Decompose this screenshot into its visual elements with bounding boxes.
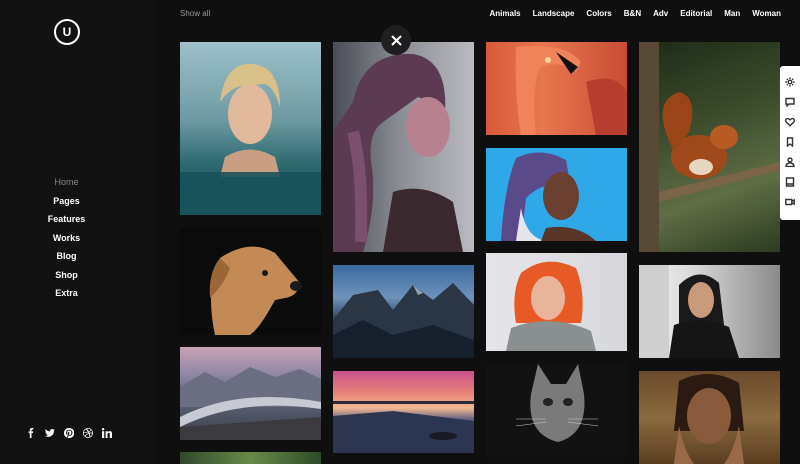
filter-woman[interactable]: Woman — [752, 9, 781, 18]
book-icon[interactable] — [784, 175, 796, 188]
photo-woman-hands-face[interactable] — [639, 371, 780, 464]
filter-landscape[interactable]: Landscape — [533, 9, 575, 18]
photo-woman-black-sweater-art — [639, 265, 739, 358]
photo-dog[interactable] — [180, 228, 321, 335]
photo-woman-swimming[interactable] — [180, 42, 321, 215]
user-icon[interactable] — [784, 155, 796, 168]
nav-item-works[interactable]: Works — [0, 229, 133, 248]
main-nav: Home Pages Features Works Blog Shop Extr… — [0, 173, 133, 303]
filter-bn[interactable]: B&N — [624, 9, 641, 18]
nav-item-shop[interactable]: Shop — [0, 266, 133, 285]
nav-item-home[interactable]: Home — [0, 173, 133, 192]
photo-woman-headscarf[interactable] — [486, 148, 627, 241]
photo-flamingo-art — [515, 46, 627, 135]
close-button[interactable] — [381, 25, 411, 55]
photo-flamingo[interactable] — [486, 42, 627, 135]
comment-icon[interactable] — [784, 95, 796, 108]
video-icon[interactable] — [784, 195, 796, 208]
nav-item-pages[interactable]: Pages — [0, 192, 133, 211]
photo-woman-headscarf-art — [501, 152, 596, 241]
photo-glacier-art — [180, 367, 321, 440]
photo-squirrel-art — [639, 42, 780, 252]
facebook-icon[interactable] — [26, 428, 36, 438]
filter-colors[interactable]: Colors — [586, 9, 611, 18]
photo-woman-braid-art — [333, 53, 463, 252]
photo-woman-braid[interactable] — [333, 42, 474, 252]
logo[interactable]: U — [54, 19, 80, 45]
filter-animals[interactable]: Animals — [490, 9, 521, 18]
photo-woman-red-hair[interactable] — [486, 253, 627, 351]
filter-show-all[interactable]: Show all — [180, 9, 210, 18]
linkedin-icon[interactable] — [102, 428, 112, 438]
photo-sunset-beach[interactable] — [333, 371, 474, 453]
photo-sunset-beach-art — [333, 401, 474, 453]
logo-letter: U — [62, 25, 72, 39]
filter-man[interactable]: Man — [724, 9, 740, 18]
bookmark-icon[interactable] — [784, 135, 796, 148]
photo-dog-art — [209, 246, 302, 335]
filter-editorial[interactable]: Editorial — [680, 9, 712, 18]
photo-leaves[interactable] — [180, 452, 321, 464]
photo-mountains-night-art — [333, 283, 474, 358]
photo-mountains-night[interactable] — [333, 265, 474, 358]
photo-cat-bw[interactable] — [486, 364, 627, 457]
filter-list: Animals Landscape Colors B&N Adv Editori… — [490, 9, 782, 18]
sidebar: U Home Pages Features Works Blog Shop Ex… — [0, 0, 156, 464]
photo-woman-swimming-art — [180, 63, 321, 215]
twitter-icon[interactable] — [45, 428, 55, 438]
photo-woman-black-sweater[interactable] — [639, 265, 780, 358]
nav-item-blog[interactable]: Blog — [0, 247, 133, 266]
nav-item-features[interactable]: Features — [0, 210, 133, 229]
filter-adv[interactable]: Adv — [653, 9, 668, 18]
photo-cat-bw-art — [515, 364, 599, 442]
close-icon — [390, 34, 402, 46]
social-links — [26, 428, 112, 438]
photo-woman-red-hair-art — [506, 261, 596, 351]
pinterest-icon[interactable] — [64, 428, 74, 438]
dribbble-icon[interactable] — [83, 428, 93, 438]
filter-bar: Show all Animals Landscape Colors B&N Ad… — [156, 0, 800, 28]
heart-icon[interactable] — [784, 115, 796, 128]
gear-icon[interactable] — [784, 75, 796, 88]
photo-squirrel[interactable] — [639, 42, 780, 252]
right-toolbar — [780, 66, 800, 220]
photo-glacier[interactable] — [180, 347, 321, 440]
photo-woman-hands-face-art — [674, 373, 744, 464]
nav-item-extra[interactable]: Extra — [0, 284, 133, 303]
